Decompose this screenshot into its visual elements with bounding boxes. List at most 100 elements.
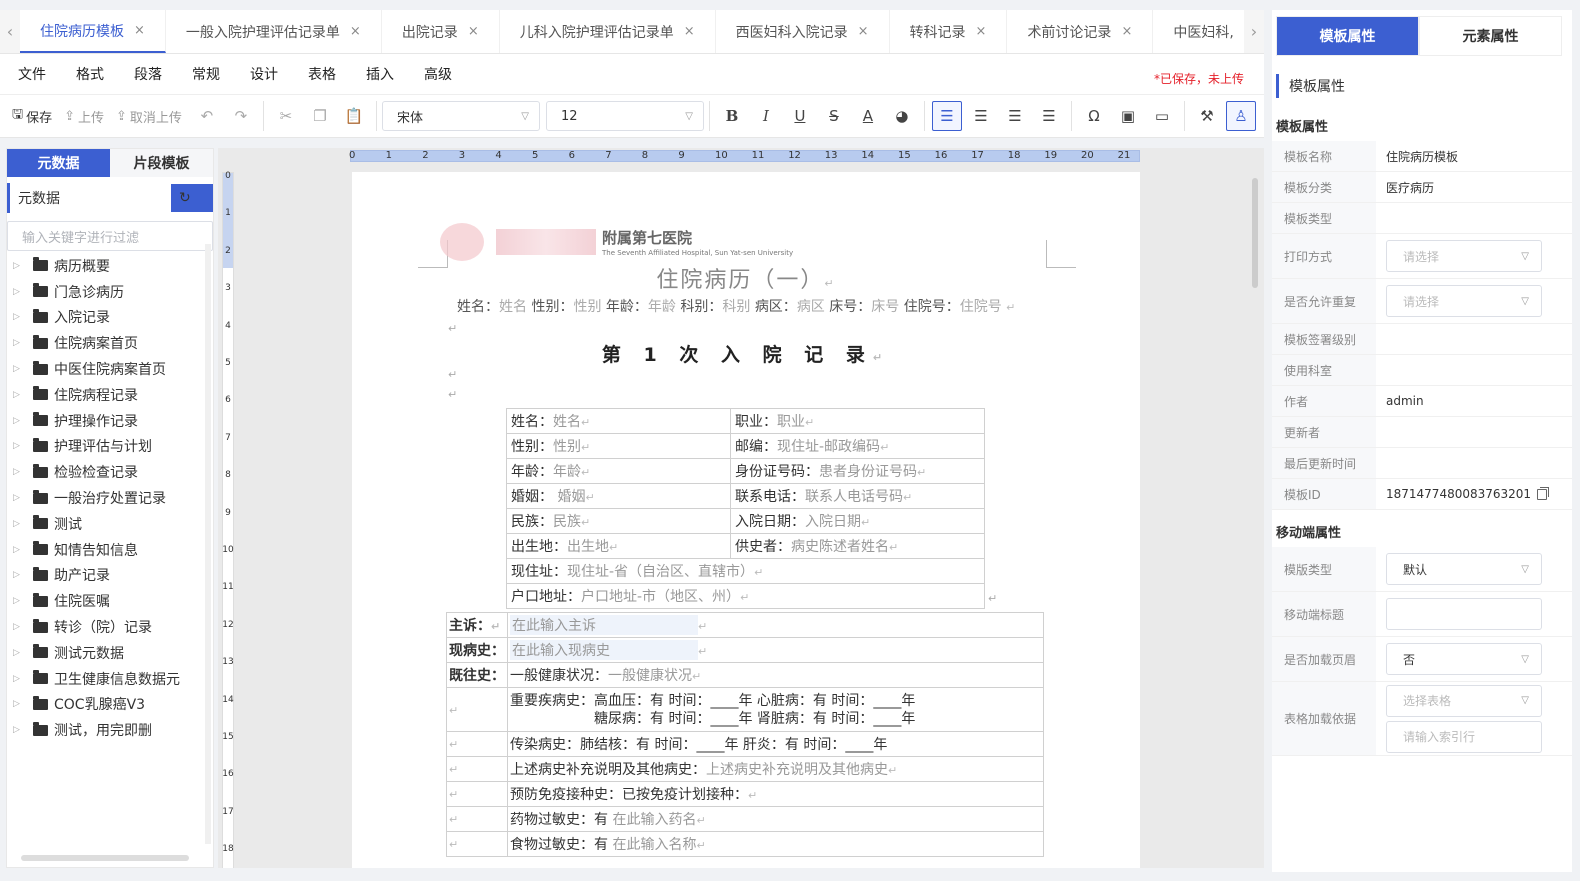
print-mode-select[interactable]: 请选择 ▽ bbox=[1386, 240, 1542, 272]
tree-item[interactable]: ▷ 助产记录 bbox=[7, 563, 213, 589]
info-cell[interactable]: 户口地址：户口地址-市（地区、州）↵ bbox=[506, 583, 985, 609]
vertical-ruler[interactable]: 0 1 2 3 4 5 6 7 8 9 10 11 12 13 14 15 16 17 18 bbox=[222, 171, 234, 868]
info-value[interactable]: 民族 bbox=[553, 514, 581, 530]
copy-icon[interactable]: ❐ bbox=[305, 101, 335, 131]
menu-item-1[interactable]: 格式 bbox=[76, 64, 104, 84]
caret-right-icon[interactable]: ▷ bbox=[13, 364, 27, 374]
close-icon[interactable]: × bbox=[468, 24, 479, 39]
undo-icon[interactable]: ↶ bbox=[192, 101, 222, 131]
caret-right-icon[interactable]: ▷ bbox=[13, 493, 27, 503]
close-icon[interactable]: × bbox=[1121, 24, 1132, 39]
info-cell[interactable]: 供史者：病史陈述者姓名↵ bbox=[730, 533, 985, 559]
patient-field-value[interactable]: 科别 bbox=[722, 299, 750, 315]
general-health-cell[interactable]: 一般健康状况：一般健康状况↵ bbox=[507, 662, 1044, 688]
close-icon[interactable]: × bbox=[858, 24, 869, 39]
tree-item[interactable]: ▷ 门急诊病历 bbox=[7, 279, 213, 305]
info-cell[interactable]: 婚姻： 婚姻↵ bbox=[506, 483, 731, 509]
tree-item[interactable]: ▷ 测试 bbox=[7, 511, 213, 537]
page-setup-icon[interactable]: ▭ bbox=[1147, 101, 1177, 131]
caret-right-icon[interactable]: ▷ bbox=[13, 699, 27, 709]
info-value[interactable]: 年龄 bbox=[553, 464, 581, 480]
tab-0[interactable]: 住院病历模板 × bbox=[20, 10, 166, 53]
caret-right-icon[interactable]: ▷ bbox=[13, 467, 27, 477]
palette-icon[interactable]: ◕ bbox=[887, 101, 917, 131]
caret-right-icon[interactable]: ▷ bbox=[13, 261, 27, 271]
align-right-icon[interactable]: ☰ bbox=[1000, 101, 1030, 131]
tree-item[interactable]: ▷ 测试，用完即删 bbox=[7, 717, 213, 743]
tab-1[interactable]: 一般入院护理评估记录单 × bbox=[166, 10, 382, 53]
tree-item[interactable]: ▷ COC乳腺癌V3 bbox=[7, 692, 213, 718]
menu-item-5[interactable]: 表格 bbox=[308, 64, 336, 84]
chief-complaint-input[interactable]: 在此输入主诉 bbox=[510, 615, 698, 635]
patient-field-value[interactable]: 床号 bbox=[871, 299, 899, 315]
info-value[interactable]: 性别 bbox=[553, 439, 581, 455]
tree-item[interactable]: ▷ 一般治疗处置记录 bbox=[7, 485, 213, 511]
table-basis-select[interactable]: 选择表格 ▽ bbox=[1386, 684, 1542, 717]
tab-template-properties[interactable]: 模板属性 bbox=[1276, 16, 1419, 56]
tab-5[interactable]: 转科记录 × bbox=[890, 10, 1008, 53]
tree-item[interactable]: ▷ 住院医嘱 bbox=[7, 588, 213, 614]
bold-icon[interactable]: B bbox=[717, 101, 747, 131]
clear-format-icon[interactable]: ⚒ bbox=[1192, 101, 1222, 131]
patient-field-value[interactable]: 姓名 bbox=[499, 299, 527, 315]
allow-repeat-select[interactable]: 请选择 ▽ bbox=[1386, 285, 1542, 317]
font-family-select[interactable]: 宋体 ▽ bbox=[381, 101, 540, 131]
tab-7[interactable]: 中医妇科, bbox=[1153, 10, 1244, 53]
tab-scroll-left-icon[interactable]: ‹ bbox=[0, 10, 20, 53]
info-value[interactable]: 联系人电话号码 bbox=[805, 489, 903, 505]
info-value[interactable]: 姓名 bbox=[553, 414, 581, 430]
cancel-upload-button[interactable]: ⇪ 取消上传 bbox=[112, 101, 186, 131]
caret-right-icon[interactable]: ▷ bbox=[13, 312, 27, 322]
info-cell[interactable]: 性别：性别↵ bbox=[506, 433, 731, 459]
info-value[interactable]: 婚姻 bbox=[553, 489, 585, 505]
tree-item[interactable]: ▷ 入院记录 bbox=[7, 305, 213, 331]
tree-item[interactable]: ▷ 护理操作记录 bbox=[7, 408, 213, 434]
align-center-icon[interactable]: ☰ bbox=[966, 101, 996, 131]
food-allergy-cell[interactable]: 食物过敏史：有 在此输入名称↵ bbox=[507, 831, 1044, 857]
present-illness-cell[interactable]: 在此输入现病史 ↵ bbox=[507, 637, 1044, 663]
caret-right-icon[interactable]: ▷ bbox=[13, 570, 27, 580]
info-value[interactable]: 患者身份证号码 bbox=[819, 464, 917, 480]
other-history-value[interactable]: 上述病史补充说明及其他病史 bbox=[706, 762, 888, 778]
info-value[interactable]: 出生地 bbox=[567, 539, 609, 555]
info-cell[interactable]: 姓名：姓名↵ bbox=[506, 408, 731, 434]
caret-right-icon[interactable]: ▷ bbox=[13, 674, 27, 684]
tree-item[interactable]: ▷ 知情告知信息 bbox=[7, 537, 213, 563]
tree-item[interactable]: ▷ 病历概要 bbox=[7, 253, 213, 279]
caret-right-icon[interactable]: ▷ bbox=[13, 648, 27, 658]
info-value[interactable]: 入院日期 bbox=[805, 514, 861, 530]
paste-icon[interactable]: 📋 bbox=[339, 101, 369, 131]
info-cell[interactable]: 邮编：现住址-邮政编码↵ bbox=[730, 433, 985, 459]
drug-allergy-value[interactable]: 在此输入药名 bbox=[612, 812, 696, 828]
info-cell[interactable]: 联系电话：联系人电话号码↵ bbox=[730, 483, 985, 509]
tree-item[interactable]: ▷ 护理评估与计划 bbox=[7, 434, 213, 460]
patient-field-value[interactable]: 年龄 bbox=[648, 299, 676, 315]
caret-right-icon[interactable]: ▷ bbox=[13, 725, 27, 735]
info-value[interactable]: 现住址-省（自治区、直辖市） bbox=[567, 564, 754, 580]
upload-button[interactable]: ⇪ 上传 bbox=[60, 101, 108, 131]
tab-element-properties[interactable]: 元素属性 bbox=[1419, 16, 1562, 56]
close-icon[interactable]: × bbox=[976, 24, 987, 39]
info-cell[interactable]: 民族：民族↵ bbox=[506, 508, 731, 534]
tab-4[interactable]: 西医妇科入院记录 × bbox=[716, 10, 890, 53]
align-justify-icon[interactable]: ☰ bbox=[1034, 101, 1064, 131]
close-icon[interactable]: × bbox=[684, 24, 695, 39]
vaccination-text[interactable]: 预防免疫接种史：已按免疫计划接种： bbox=[510, 787, 748, 803]
save-button[interactable]: 🖫 保存 bbox=[8, 101, 56, 131]
info-cell[interactable]: 年龄：年龄↵ bbox=[506, 458, 731, 484]
caret-right-icon[interactable]: ▷ bbox=[13, 287, 27, 297]
tree-item[interactable]: ▷ 住院病程记录 bbox=[7, 382, 213, 408]
info-value[interactable]: 职业 bbox=[777, 414, 805, 430]
major-disease-cell[interactable]: 重要疾病史：高血压：有 时间：____年 心脏病：有 时间：____年 糖尿病：有… bbox=[507, 687, 1044, 732]
patient-field-value[interactable]: 性别 bbox=[573, 299, 601, 315]
major-disease-line-1[interactable]: 重要疾病史：高血压：有 时间：____年 心脏病：有 时间：____年 bbox=[510, 692, 1041, 710]
caret-right-icon[interactable]: ▷ bbox=[13, 390, 27, 400]
menu-item-6[interactable]: 插入 bbox=[366, 64, 394, 84]
vaccination-cell[interactable]: 预防免疫接种史：已按免疫计划接种：↵ bbox=[507, 781, 1044, 807]
caret-right-icon[interactable]: ▷ bbox=[13, 545, 27, 555]
special-char-icon[interactable]: Ω bbox=[1079, 101, 1109, 131]
mobile-type-select[interactable]: 默认 ▽ bbox=[1386, 553, 1542, 585]
filter-input[interactable]: 输入关键字进行过滤 bbox=[7, 221, 213, 251]
tree-item[interactable]: ▷ 中医住院病案首页 bbox=[7, 356, 213, 382]
font-size-select[interactable]: 12 ▽ bbox=[545, 101, 704, 131]
